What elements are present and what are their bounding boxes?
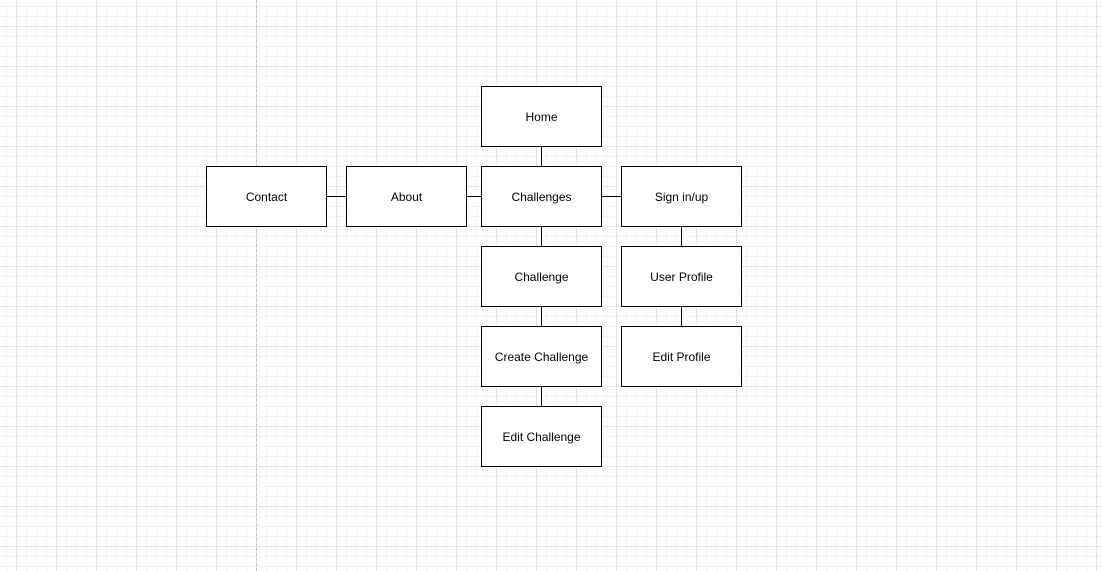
node-label: Sign in/up xyxy=(654,189,709,204)
node-label: Challenge xyxy=(514,269,569,284)
node-label: User Profile xyxy=(650,269,713,284)
node-edit-profile[interactable]: Edit Profile xyxy=(621,326,742,387)
node-edit-challenge[interactable]: Edit Challenge xyxy=(481,406,602,467)
node-sign-in-up[interactable]: Sign in/up xyxy=(621,166,742,227)
node-user-profile[interactable]: User Profile xyxy=(621,246,742,307)
node-label: Home xyxy=(525,109,558,124)
node-label: Contact xyxy=(245,189,288,204)
diagram-canvas[interactable]: Home Contact About Challenges Sign in/up… xyxy=(0,0,1102,571)
node-challenge[interactable]: Challenge xyxy=(481,246,602,307)
node-contact[interactable]: Contact xyxy=(206,166,327,227)
node-label: Edit Challenge xyxy=(502,429,581,444)
node-create-challenge[interactable]: Create Challenge xyxy=(481,326,602,387)
node-label: About xyxy=(390,189,423,204)
node-label: Create Challenge xyxy=(494,349,589,364)
node-challenges[interactable]: Challenges xyxy=(481,166,602,227)
node-label: Challenges xyxy=(511,189,572,204)
node-about[interactable]: About xyxy=(346,166,467,227)
node-label: Edit Profile xyxy=(652,349,711,364)
node-home[interactable]: Home xyxy=(481,86,602,147)
